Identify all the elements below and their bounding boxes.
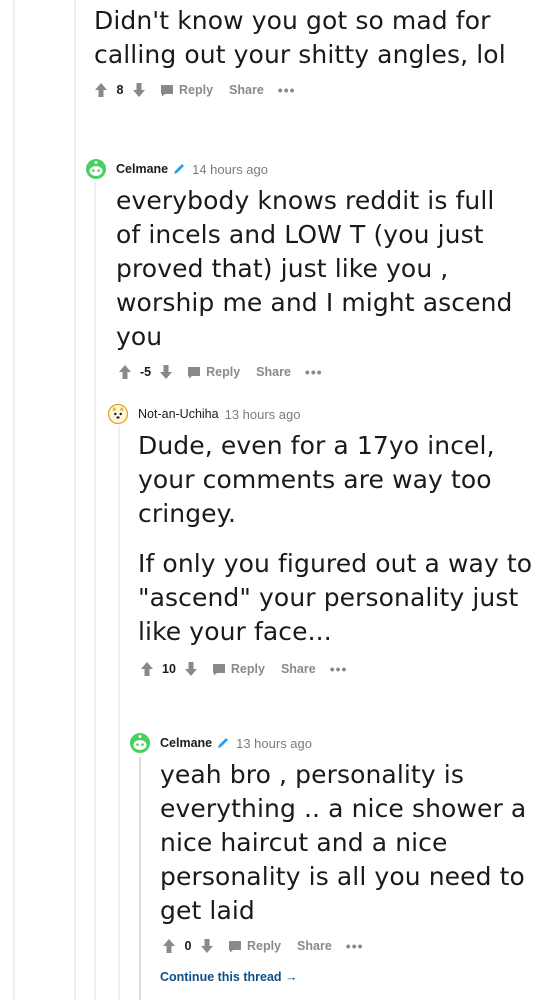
edit-pencil-icon: [218, 738, 229, 748]
continue-thread-label: Continue this thread: [160, 970, 282, 984]
snoo-avatar-icon[interactable]: [130, 733, 150, 753]
comment-text: If only you figured out a way to "ascend…: [138, 549, 533, 646]
comment-text: Dude, even for a 17yo incel, your commen…: [138, 431, 495, 528]
comment-actions: 10 Reply Share •••: [140, 657, 538, 681]
more-options-button[interactable]: •••: [278, 82, 296, 98]
reply-bubble-icon: [188, 366, 201, 378]
downvote-arrow-icon[interactable]: [200, 938, 214, 954]
timestamp[interactable]: 14 hours ago: [192, 162, 268, 177]
reply-bubble-icon: [229, 940, 241, 952]
downvote-arrow-icon[interactable]: [159, 364, 173, 380]
comment-header: Not-an-Uchiha 13 hours ago: [108, 403, 538, 425]
more-options-button[interactable]: •••: [330, 661, 348, 677]
share-button[interactable]: Share: [297, 939, 332, 953]
comment-text: Didn't know you got so mad for calling o…: [94, 6, 506, 69]
score: 10: [162, 662, 176, 676]
comment-header: Celmane 14 hours ago: [86, 158, 526, 180]
comment-header: Celmane 13 hours ago: [130, 732, 540, 754]
timestamp[interactable]: 13 hours ago: [225, 407, 301, 422]
comment-body: yeah bro , personality is everything .. …: [160, 758, 540, 928]
comment-body: Dude, even for a 17yo incel, your commen…: [138, 429, 538, 649]
reply-button[interactable]: Reply: [212, 662, 265, 676]
upvote-arrow-icon[interactable]: [94, 82, 108, 98]
thread-line-1[interactable]: [13, 0, 15, 1000]
score: 0: [184, 939, 192, 953]
reply-button[interactable]: Reply: [187, 365, 240, 379]
arrow-right-icon: →: [285, 970, 298, 984]
comment-text: yeah bro , personality is everything .. …: [160, 760, 527, 925]
upvote-arrow-icon[interactable]: [162, 938, 176, 954]
comment-0: Didn't know you got so mad for calling o…: [94, 4, 534, 102]
downvote-arrow-icon[interactable]: [132, 82, 146, 98]
reply-button[interactable]: Reply: [160, 83, 213, 97]
comment-actions: 8 Reply Share •••: [94, 78, 534, 102]
edit-pencil-icon: [174, 164, 185, 174]
more-options-button[interactable]: •••: [305, 364, 323, 380]
upvote-arrow-icon[interactable]: [140, 661, 154, 677]
share-button[interactable]: Share: [229, 83, 264, 97]
thread-line-2[interactable]: [74, 0, 76, 1000]
share-button[interactable]: Share: [281, 662, 316, 676]
comment-body: Didn't know you got so mad for calling o…: [94, 4, 534, 72]
comment-actions: -5 Reply Share •••: [118, 360, 526, 384]
reply-label: Reply: [247, 939, 282, 953]
timestamp[interactable]: 13 hours ago: [236, 736, 312, 751]
comment-2: Not-an-Uchiha 13 hours ago Dude, even fo…: [108, 403, 538, 681]
reply-label: Reply: [206, 365, 241, 379]
score: -5: [140, 365, 152, 379]
comment-actions: 0 Reply Share •••: [162, 934, 540, 958]
doge-avatar-icon[interactable]: [108, 404, 128, 424]
reply-button[interactable]: Reply: [228, 939, 281, 953]
username[interactable]: Celmane: [160, 736, 212, 750]
downvote-arrow-icon[interactable]: [184, 661, 198, 677]
reply-bubble-icon: [161, 84, 173, 96]
snoo-avatar-icon[interactable]: [86, 159, 106, 179]
upvote-arrow-icon[interactable]: [118, 364, 132, 380]
comment-3: Celmane 13 hours ago yeah bro , personal…: [130, 732, 540, 958]
username[interactable]: Not-an-Uchiha: [138, 407, 219, 421]
more-options-button[interactable]: •••: [346, 938, 364, 954]
comment-1: Celmane 14 hours ago everybody knows red…: [86, 158, 526, 384]
reply-label: Reply: [230, 662, 265, 676]
share-button[interactable]: Share: [256, 365, 291, 379]
reply-label: Reply: [179, 83, 214, 97]
score: 8: [116, 83, 124, 97]
comment-text: everybody knows reddit is full of incels…: [116, 186, 513, 351]
username[interactable]: Celmane: [116, 162, 168, 176]
continue-thread-link[interactable]: Continue this thread →: [160, 970, 298, 984]
comment-body: everybody knows reddit is full of incels…: [116, 184, 526, 354]
reply-bubble-icon: [212, 663, 225, 675]
